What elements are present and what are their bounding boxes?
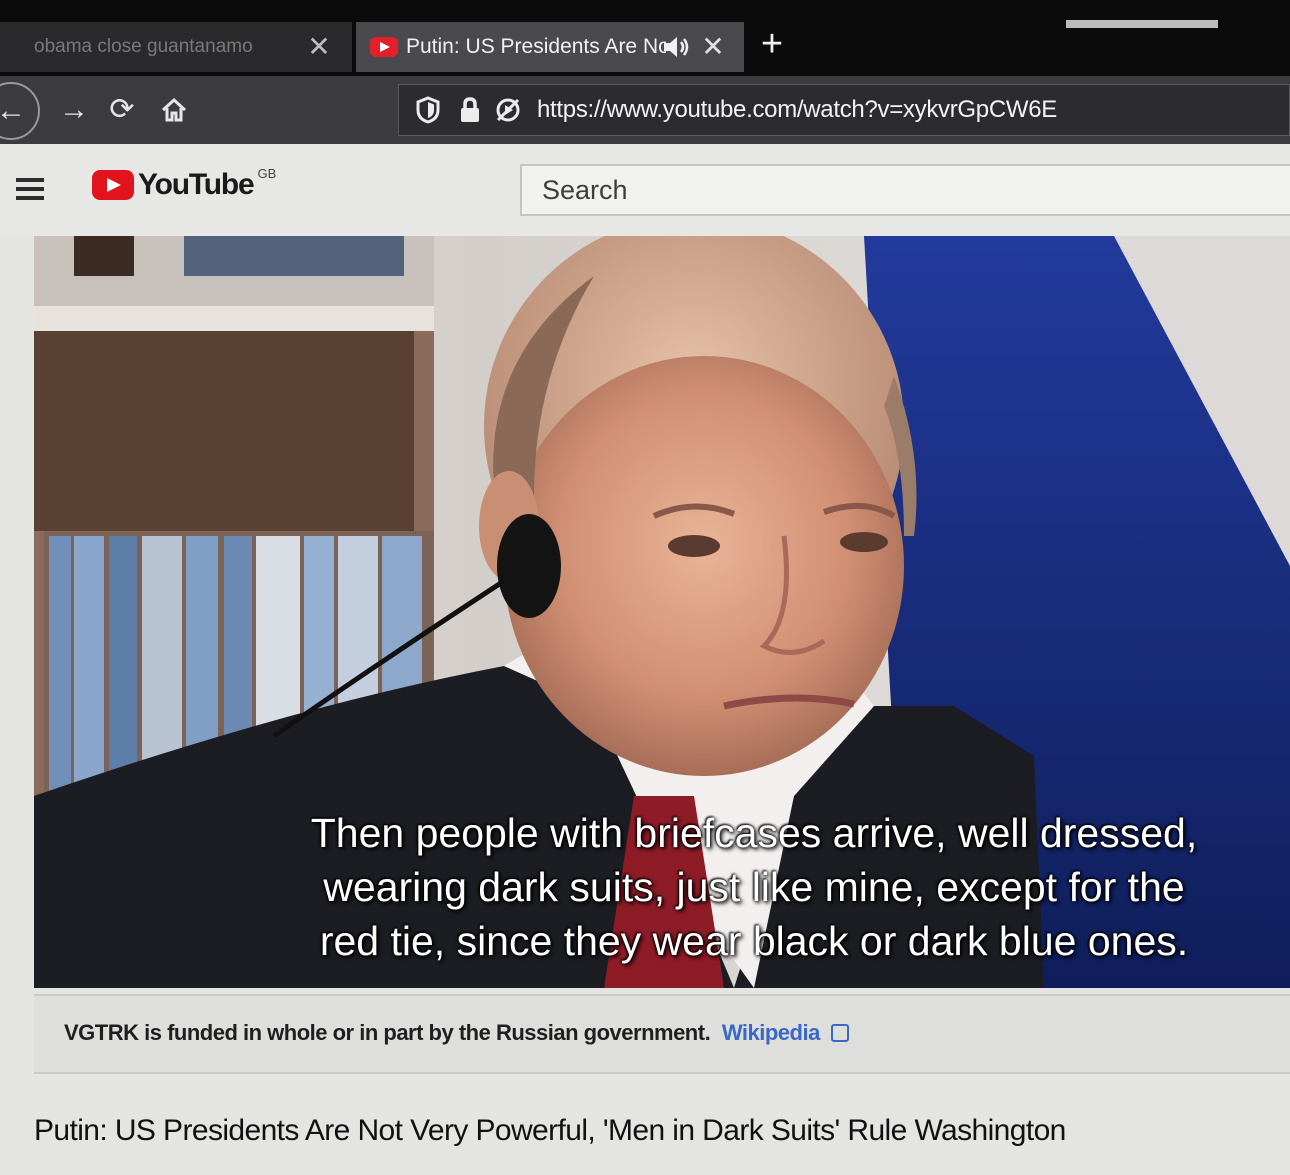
- wikipedia-link[interactable]: Wikipedia: [722, 1020, 821, 1045]
- back-button[interactable]: ←: [0, 82, 40, 140]
- home-button[interactable]: [152, 88, 196, 132]
- reload-button[interactable]: ⟳: [100, 88, 144, 132]
- video-captions: Then people with briefcases arrive, well…: [234, 806, 1274, 968]
- forward-button[interactable]: →: [52, 88, 96, 132]
- shield-icon[interactable]: [413, 95, 443, 125]
- youtube-logo[interactable]: YouTube GB: [92, 165, 277, 202]
- youtube-favicon-icon: [370, 37, 398, 57]
- address-bar[interactable]: https://www.youtube.com/watch?v=xykvrGpC…: [398, 84, 1290, 136]
- hamburger-menu-icon[interactable]: [16, 178, 44, 200]
- funding-notice: VGTRK is funded in whole or in part by t…: [64, 1020, 850, 1046]
- video-title: Putin: US Presidents Are Not Very Powerf…: [34, 1114, 1066, 1147]
- youtube-logo-text: YouTube: [138, 168, 255, 201]
- window-control-bar: [1066, 20, 1218, 28]
- caption-line: Then people with briefcases arrive, well…: [310, 810, 1198, 856]
- browser-toolbar: ← → ⟳ https://www.youtube.com/watch?v=xy…: [0, 76, 1290, 144]
- funding-info-panel: VGTRK is funded in whole or in part by t…: [34, 994, 1290, 1074]
- tab-title: Putin: US Presidents Are Not Very Powerf…: [406, 35, 666, 58]
- tab-close-icon[interactable]: ✕: [306, 32, 332, 62]
- caption-line: wearing dark suits, just like mine, exce…: [323, 864, 1185, 910]
- url-text: https://www.youtube.com/watch?v=xykvrGpC…: [537, 96, 1057, 123]
- tab-title: obama close guantanamo: [34, 36, 253, 57]
- speaker-icon[interactable]: [662, 34, 690, 60]
- tab-active[interactable]: Putin: US Presidents Are Not Very Powerf…: [356, 22, 744, 72]
- funding-notice-text: VGTRK is funded in whole or in part by t…: [64, 1020, 711, 1045]
- tab-close-icon[interactable]: ✕: [700, 32, 726, 62]
- youtube-header: YouTube GB: [0, 144, 1290, 236]
- external-link-icon[interactable]: [831, 1024, 850, 1042]
- autoplay-permission-icon[interactable]: [493, 95, 523, 125]
- region-code: GB: [257, 165, 277, 181]
- tab-inactive[interactable]: obama close guantanamo ✕: [0, 22, 352, 72]
- new-tab-button[interactable]: +: [752, 22, 792, 66]
- screen: obama close guantanamo ✕ Putin: US Presi…: [0, 0, 1290, 1175]
- caption-line: red tie, since they wear black or dark b…: [319, 918, 1189, 964]
- home-icon: [161, 97, 187, 122]
- search-input[interactable]: [522, 166, 1290, 214]
- youtube-play-icon: [92, 170, 134, 200]
- lock-icon[interactable]: [455, 95, 485, 125]
- video-player[interactable]: Then people with briefcases arrive, well…: [34, 236, 1290, 988]
- search-box[interactable]: [520, 164, 1290, 216]
- browser-tab-strip: obama close guantanamo ✕ Putin: US Presi…: [0, 0, 1290, 76]
